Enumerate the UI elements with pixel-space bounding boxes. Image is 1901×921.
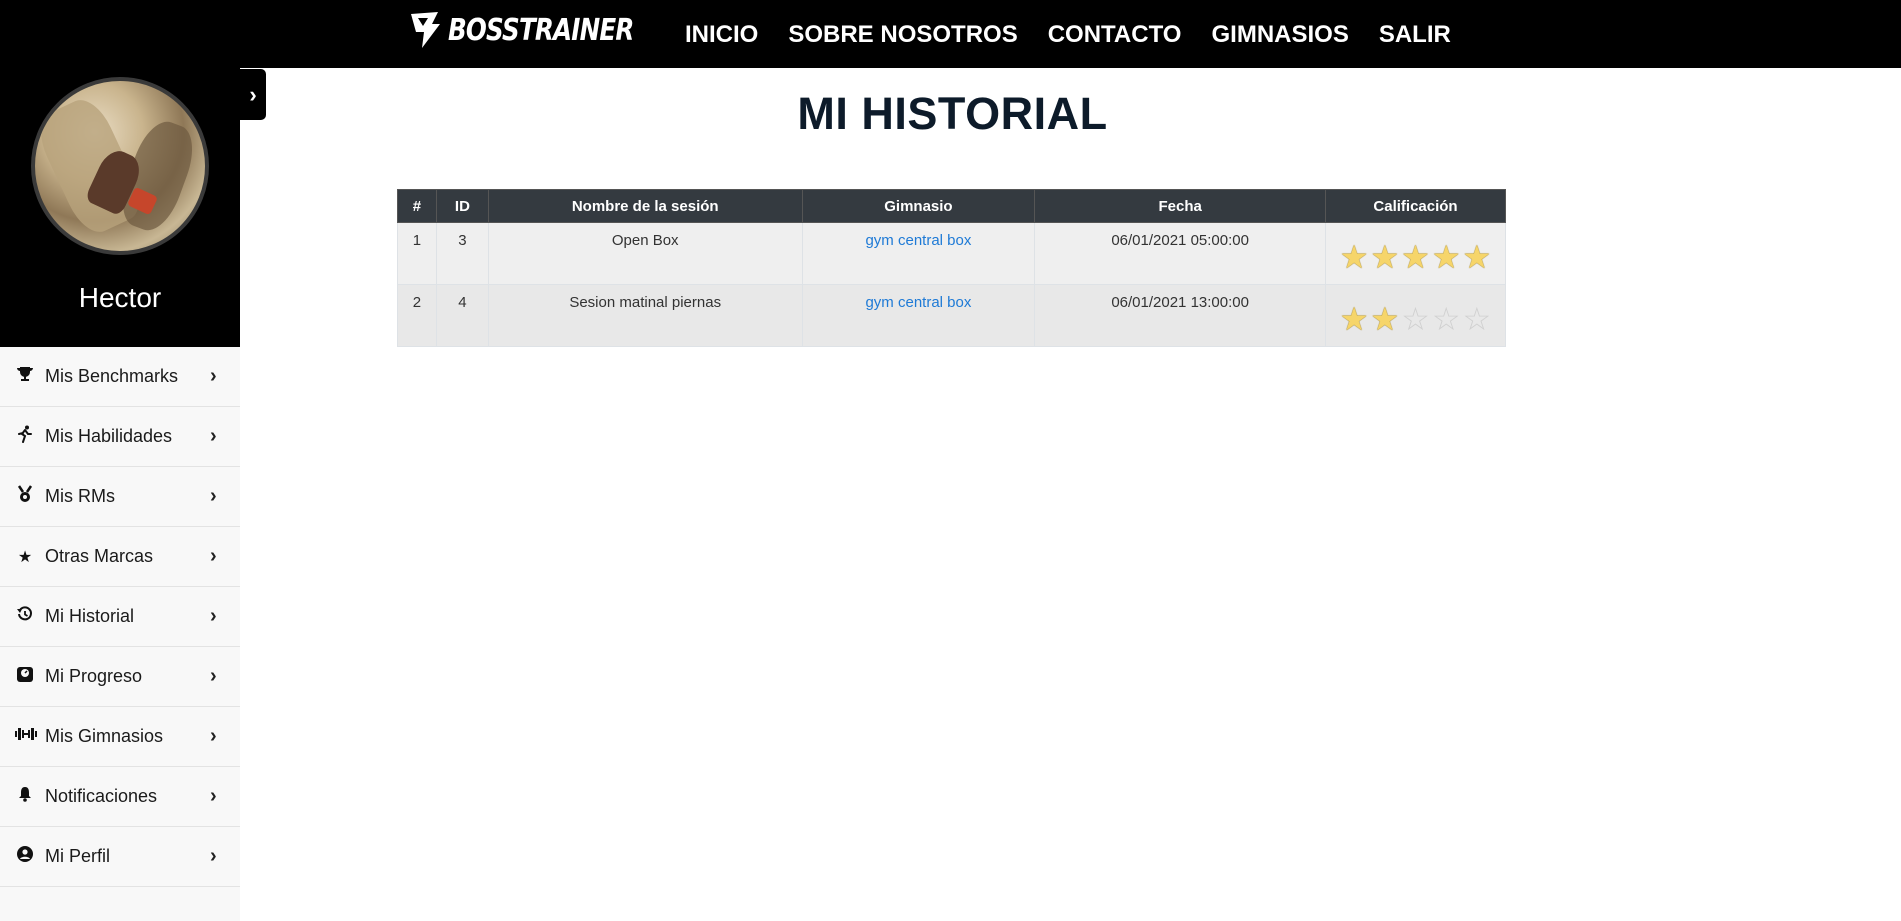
star-filled-icon[interactable]: ★ xyxy=(1340,303,1369,335)
logo-icon xyxy=(411,12,440,48)
history-table: # ID Nombre de la sesión Gimnasio Fecha … xyxy=(397,189,1506,347)
star-filled-icon[interactable]: ★ xyxy=(1463,241,1492,273)
nav-inicio[interactable]: INICIO xyxy=(685,19,758,49)
nav-salir[interactable]: SALIR xyxy=(1379,19,1451,49)
col-header-num: # xyxy=(397,189,437,223)
col-header-session: Nombre de la sesión xyxy=(487,189,803,223)
star-filled-icon[interactable]: ★ xyxy=(1432,241,1461,273)
star-filled-icon[interactable]: ★ xyxy=(1340,241,1369,273)
table-header-row: # ID Nombre de la sesión Gimnasio Fecha … xyxy=(397,189,1506,223)
col-header-rating: Calificación xyxy=(1325,189,1506,223)
sidebar-item-otras-marcas[interactable]: ★ Otras Marcas › xyxy=(0,527,240,587)
sidebar-item-label: Mis RMs xyxy=(45,486,115,506)
sidebar-item-notificaciones[interactable]: Notificaciones › xyxy=(0,767,240,827)
cell-id: 3 xyxy=(435,222,489,285)
cell-gym: gym central box xyxy=(801,222,1036,285)
chevron-right-icon: › xyxy=(210,725,217,747)
cell-rating: ★ ★ ★ ★ ★ xyxy=(1325,222,1506,285)
table-row: 2 4 Sesion matinal piernas gym central b… xyxy=(397,284,1506,347)
username: Hector xyxy=(78,282,162,313)
star-rating[interactable]: ★ ★ ☆ ☆ ☆ xyxy=(1326,294,1505,335)
star-rating[interactable]: ★ ★ ★ ★ ★ xyxy=(1326,232,1505,273)
col-header-id: ID xyxy=(435,189,489,223)
sidebar-item-mis-rms[interactable]: Mis RMs › xyxy=(0,467,240,527)
chevron-right-icon: › xyxy=(210,485,217,507)
col-header-gym: Gimnasio xyxy=(801,189,1036,223)
chevron-right-icon: › xyxy=(210,845,217,867)
sidebar-item-label: Mi Historial xyxy=(45,606,135,626)
user-circle-icon xyxy=(15,846,35,867)
cell-gym: gym central box xyxy=(801,284,1036,347)
sidebar-item-label: Mi Perfil xyxy=(45,846,111,866)
sidebar-item-mi-progreso[interactable]: Mi Progreso › xyxy=(0,647,240,707)
sidebar-item-mis-gimnasios[interactable]: Mis Gimnasios › xyxy=(0,707,240,767)
cell-id: 4 xyxy=(435,284,489,347)
sidebar-item-label: Notificaciones xyxy=(45,786,158,806)
star-filled-icon[interactable]: ★ xyxy=(1370,241,1399,273)
gym-link[interactable]: gym central box xyxy=(865,294,971,311)
cell-num: 1 xyxy=(397,222,437,285)
chevron-right-icon: › xyxy=(210,425,217,447)
star-empty-icon[interactable]: ☆ xyxy=(1401,303,1430,335)
bell-icon xyxy=(15,786,35,807)
brand-name: BOSSTRAINER xyxy=(448,12,634,48)
sidebar-item-label: Otras Marcas xyxy=(45,546,154,566)
history-icon xyxy=(15,606,35,627)
chevron-right-icon: › xyxy=(210,545,217,567)
top-navbar: BOSSTRAINER INICIO SOBRE NOSOTROS CONTAC… xyxy=(0,0,1901,68)
sidebar-item-mis-habilidades[interactable]: Mis Habilidades › xyxy=(0,407,240,467)
sidebar-item-label: Mis Benchmarks xyxy=(45,366,179,386)
table-row: 1 3 Open Box gym central box 06/01/2021 … xyxy=(397,222,1506,285)
star-empty-icon[interactable]: ☆ xyxy=(1432,303,1461,335)
star-empty-icon[interactable]: ☆ xyxy=(1463,303,1492,335)
chevron-right-icon: › xyxy=(210,605,217,627)
cell-date: 06/01/2021 13:00:00 xyxy=(1034,284,1326,347)
dumbbell-icon xyxy=(15,727,37,746)
cell-session: Open Box xyxy=(487,222,803,285)
main-nav: INICIO SOBRE NOSOTROS CONTACTO GIMNASIOS… xyxy=(685,0,1481,68)
gym-link[interactable]: gym central box xyxy=(865,232,971,249)
cell-session: Sesion matinal piernas xyxy=(487,284,803,347)
page-title: MI HISTORIAL xyxy=(797,88,1108,139)
brand-logo[interactable]: BOSSTRAINER xyxy=(408,10,674,50)
nav-contacto[interactable]: CONTACTO xyxy=(1048,19,1182,49)
medal-icon xyxy=(15,485,35,508)
sidebar-item-label: Mi Progreso xyxy=(45,666,143,686)
chevron-right-icon: › xyxy=(210,665,217,687)
col-header-date: Fecha xyxy=(1034,189,1326,223)
cell-date: 06/01/2021 05:00:00 xyxy=(1034,222,1326,285)
sidebar: Hector Mis Benchmarks › Mis Habilidades … xyxy=(0,68,240,921)
sidebar-item-label: Mis Gimnasios xyxy=(45,726,164,746)
star-filled-icon[interactable]: ★ xyxy=(1370,303,1399,335)
trophy-icon xyxy=(15,366,35,387)
weight-icon xyxy=(15,666,35,687)
star-icon: ★ xyxy=(17,548,33,566)
cell-num: 2 xyxy=(397,284,437,347)
nav-sobre-nosotros[interactable]: SOBRE NOSOTROS xyxy=(788,19,1017,49)
sidebar-item-mis-benchmarks[interactable]: Mis Benchmarks › xyxy=(0,347,240,407)
nav-gimnasios[interactable]: GIMNASIOS xyxy=(1211,19,1348,49)
chevron-right-icon: › xyxy=(210,785,217,807)
sidebar-menu: Mis Benchmarks › Mis Habilidades › Mis R… xyxy=(0,347,240,887)
star-filled-icon[interactable]: ★ xyxy=(1401,241,1430,273)
avatar xyxy=(31,77,209,255)
profile-panel: Hector xyxy=(0,68,240,347)
sidebar-item-label: Mis Habilidades xyxy=(45,426,173,446)
running-icon xyxy=(15,425,35,448)
sidebar-item-mi-perfil[interactable]: Mi Perfil › xyxy=(0,827,240,887)
cell-rating: ★ ★ ☆ ☆ ☆ xyxy=(1325,284,1506,347)
chevron-right-icon: › xyxy=(210,365,217,387)
sidebar-item-mi-historial[interactable]: Mi Historial › xyxy=(0,587,240,647)
